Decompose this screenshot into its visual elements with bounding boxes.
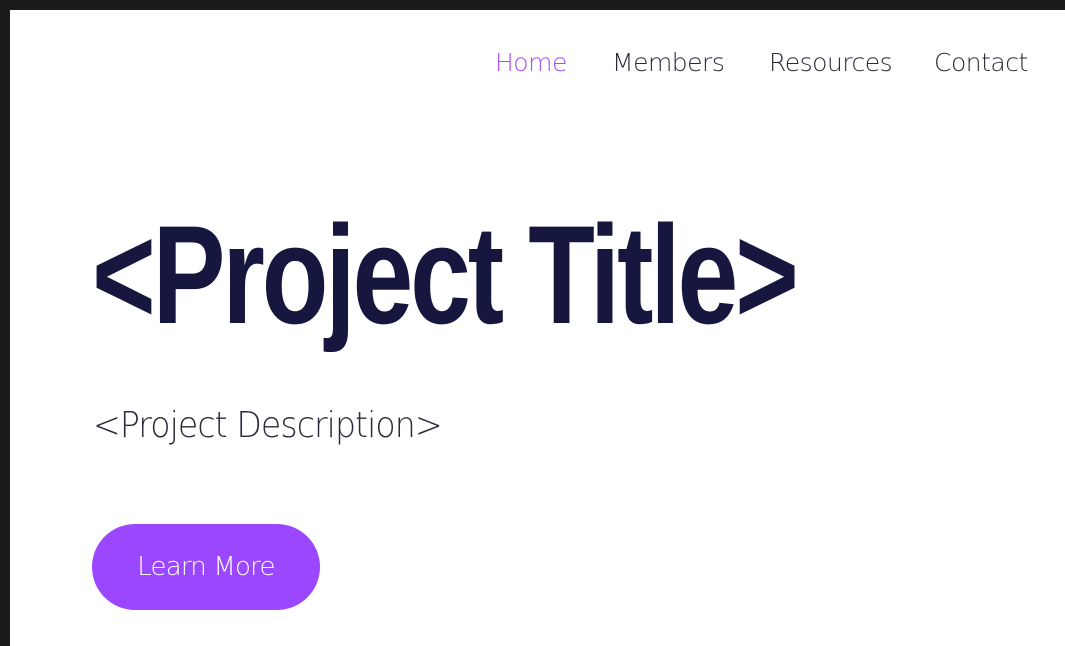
nav-home-link[interactable]: Home [495,48,567,77]
learn-more-button[interactable]: Learn More [92,524,320,610]
hero-description: <Project Description> [93,405,443,446]
nav-contact-link[interactable]: Contact [934,48,1028,77]
nav-resources-link[interactable]: Resources [769,48,893,77]
nav-members-link[interactable]: Members [612,48,725,77]
hero-title: <Project Title> [92,196,799,353]
top-nav: Home Members Resources Contact [10,48,1065,88]
browser-frame: Home Members Resources Contact <Project … [0,0,1065,646]
page: Home Members Resources Contact <Project … [10,10,1065,646]
